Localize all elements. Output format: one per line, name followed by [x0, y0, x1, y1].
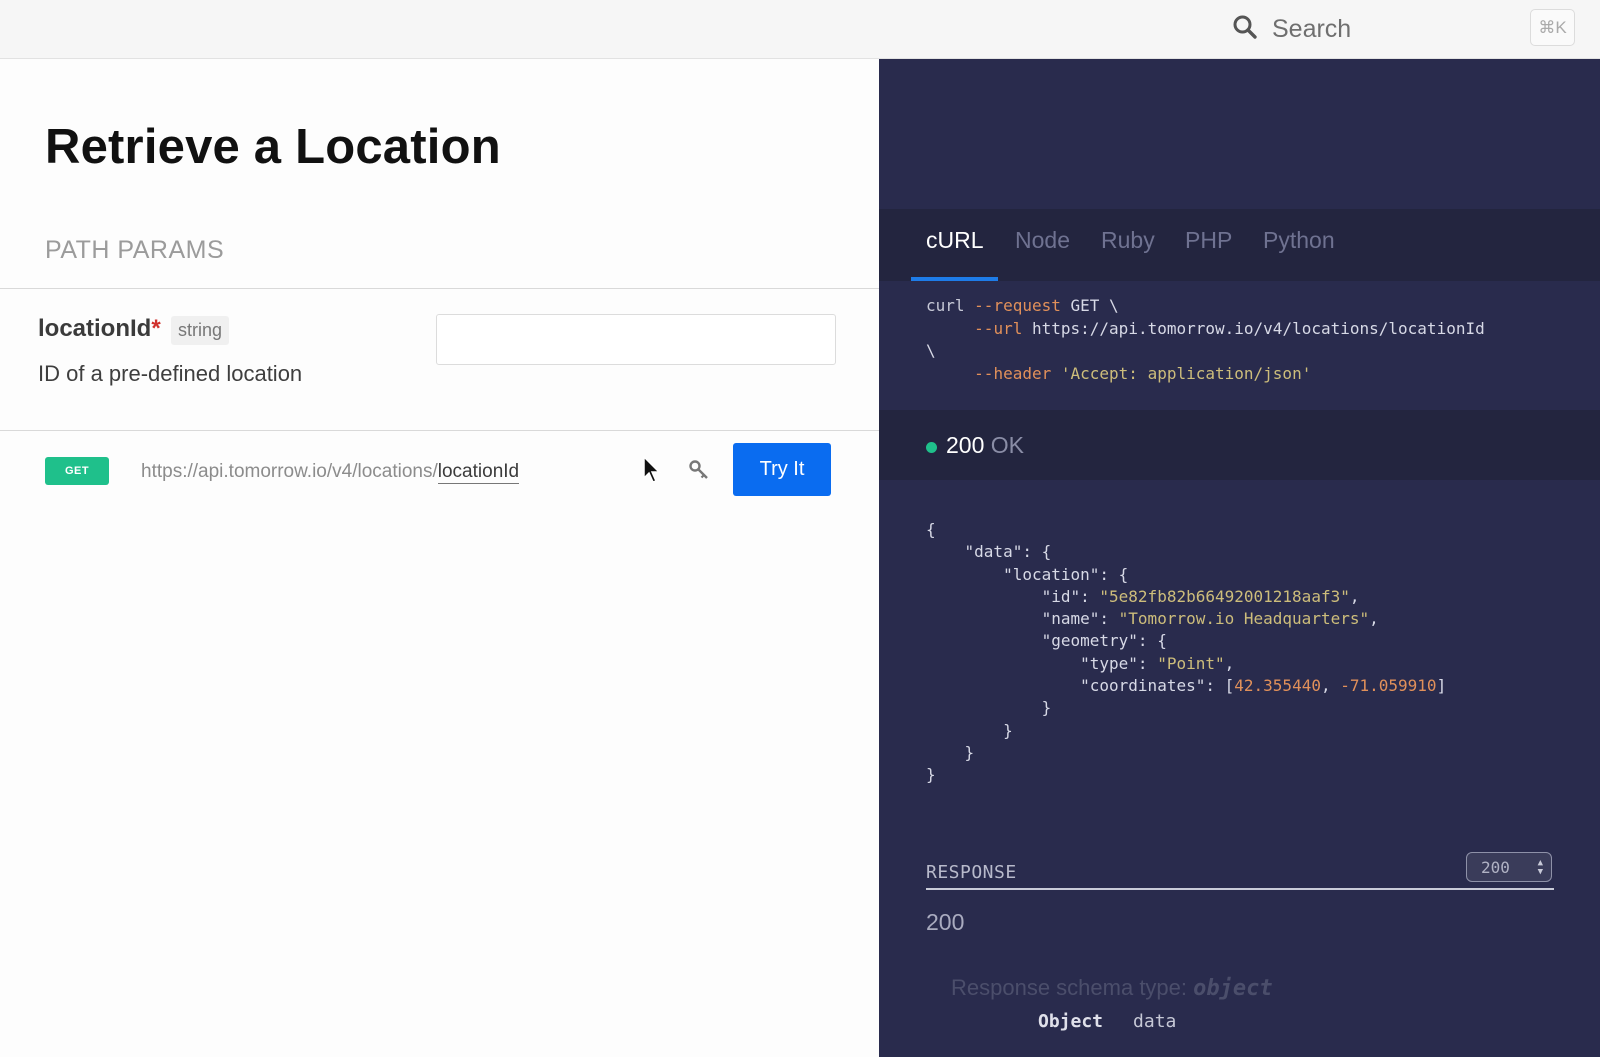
json-key: "geometry": [1041, 631, 1138, 651]
search-icon: [1232, 14, 1258, 45]
status-dot-icon: [926, 442, 937, 453]
tab-node[interactable]: Node: [1015, 227, 1070, 254]
page-title: Retrieve a Location: [45, 120, 501, 174]
response-code-select[interactable]: 200 ▲ ▼: [1466, 852, 1552, 882]
code-token: --url: [974, 318, 1023, 338]
tab-python[interactable]: Python: [1263, 227, 1335, 254]
code-token: curl: [926, 296, 965, 315]
code-panel: cURL Node Ruby PHP Python curl --request…: [879, 59, 1600, 1057]
http-method-badge: GET: [45, 457, 109, 485]
status-code-number: 200: [946, 432, 985, 458]
response-code-select-value: 200: [1481, 857, 1510, 877]
response-schema-type: Response schema type: object: [951, 975, 1273, 1001]
url-path-param[interactable]: locationId: [437, 461, 520, 484]
url-prefix: https://api.tomorrow.io/v4/locations/: [141, 461, 438, 482]
json-key: "id": [1041, 586, 1081, 606]
language-tabs: cURL Node Ruby PHP Python: [879, 209, 1600, 281]
schema-row: Object data: [1038, 1011, 1176, 1032]
param-description: ID of a pre-defined location: [38, 361, 303, 386]
active-tab-indicator: [911, 277, 998, 281]
curl-code-sample: curl --request GET \ --url https://api.t…: [926, 296, 1485, 383]
schema-row-type: Object: [1038, 1011, 1104, 1032]
response-section-label: RESPONSE: [926, 862, 1017, 883]
code-token: --header: [974, 363, 1052, 383]
tab-ruby[interactable]: Ruby: [1101, 227, 1155, 254]
json-value: "Tomorrow.io Headquarters": [1118, 609, 1370, 629]
request-url: https://api.tomorrow.io/v4/locations/loc…: [141, 461, 520, 484]
json-number: 42.355440: [1234, 676, 1321, 696]
mouse-pointer-icon: [643, 456, 661, 483]
json-key: "data": [964, 542, 1023, 562]
top-bar: Search ⌘K: [0, 0, 1600, 59]
param-name: locationId*: [38, 315, 161, 343]
search-label: Search: [1272, 14, 1352, 43]
json-key: "coordinates": [1080, 676, 1206, 696]
code-token: 'Accept: application/json': [1060, 363, 1312, 383]
param-type-badge: string: [171, 316, 230, 345]
section-label-path-params: PATH PARAMS: [45, 236, 225, 264]
response-code: 200: [926, 909, 965, 935]
schema-type-value: object: [1193, 976, 1273, 1001]
divider: [0, 288, 879, 289]
status-code-text: OK: [990, 432, 1024, 458]
json-number: -71.059910: [1340, 676, 1437, 696]
json-value: "Point": [1157, 653, 1225, 673]
endpoint-panel: Retrieve a Location PATH PARAMS location…: [0, 59, 879, 1057]
response-status-bar: 200 OK: [879, 410, 1600, 480]
search-button[interactable]: Search: [1232, 12, 1351, 46]
status-code: 200 OK: [946, 432, 1024, 459]
json-value: "5e82fb82b66492001218aaf3": [1099, 586, 1350, 606]
schema-row-name: data: [1133, 1011, 1177, 1032]
json-key: "location": [1003, 564, 1100, 584]
code-token: https://api.tomorrow.io/v4/locations/loc…: [1031, 318, 1485, 338]
response-json: { "data": { "location": { "id": "5e82fb8…: [926, 520, 1447, 785]
tab-curl[interactable]: cURL: [926, 227, 984, 254]
required-mark: *: [151, 315, 161, 342]
param-name-text: locationId: [38, 315, 152, 342]
tab-php[interactable]: PHP: [1185, 227, 1232, 254]
json-key: "name": [1041, 609, 1100, 629]
divider: [926, 888, 1554, 890]
select-arrows-icon: ▲ ▼: [1537, 858, 1543, 877]
schema-prefix: Response schema type:: [951, 975, 1188, 1000]
code-token: GET: [1070, 296, 1100, 315]
try-it-button[interactable]: Try It: [733, 443, 831, 496]
location-id-input[interactable]: [436, 314, 836, 365]
json-key: "type": [1080, 653, 1138, 673]
divider: [0, 430, 879, 431]
search-shortcut-badge: ⌘K: [1530, 9, 1575, 46]
key-icon[interactable]: [688, 459, 710, 481]
code-token: --request: [974, 296, 1061, 315]
